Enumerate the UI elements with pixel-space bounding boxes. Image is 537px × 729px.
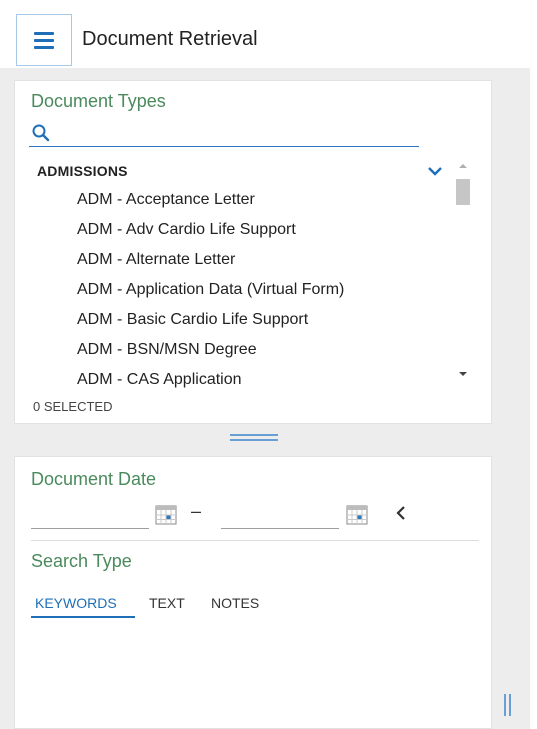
document-date-panel: Document Date – Search Type KEYWORDS TEX… [14,456,492,729]
tab-text[interactable]: TEXT [149,595,185,611]
document-type-search [29,121,419,147]
date-from-field[interactable] [31,503,149,529]
search-type-heading: Search Type [31,551,132,571]
list-item[interactable]: ADM - Acceptance Letter [77,191,255,209]
tab-notes[interactable]: NOTES [211,595,259,611]
scroll-up-arrow-icon[interactable] [458,161,468,171]
page-title: Document Retrieval [82,28,258,50]
list-item[interactable]: ADM - Application Data (Virtual Form) [77,281,344,299]
date-to-field[interactable] [221,503,339,529]
document-date-heading: Document Date [31,469,157,489]
tab-keywords[interactable]: KEYWORDS [35,595,117,611]
search-icon [32,124,50,142]
document-types-heading: Document Types [31,91,166,111]
active-tab-indicator [31,616,135,618]
document-types-panel: Document Types ADMISSIONS ADM - Acceptan… [14,80,492,424]
search-input[interactable] [55,123,415,145]
scroll-down-arrow-icon[interactable] [458,369,468,379]
chevron-down-icon[interactable] [427,163,443,179]
menu-button[interactable] [16,14,72,66]
hamburger-menu-icon [34,31,54,35]
list-item[interactable]: ADM - Adv Cardio Life Support [77,221,296,239]
list-scrollbar[interactable] [453,155,473,385]
document-type-list: ADMISSIONS ADM - Acceptance Letter ADM -… [35,155,475,389]
group-header-admissions[interactable]: ADMISSIONS [37,163,128,179]
list-item[interactable]: ADM - BSN/MSN Degree [77,341,257,359]
date-range-separator: – [191,501,202,521]
calendar-icon[interactable] [346,505,368,525]
list-item[interactable]: ADM - Basic Cardio Life Support [77,311,308,329]
scroll-thumb[interactable] [456,179,470,205]
section-divider [31,540,479,541]
selected-count: 0 SELECTED [33,399,113,414]
panel-splitter[interactable] [230,434,278,442]
app-window: Document Retrieval Document Types ADMISS… [0,0,537,729]
list-item[interactable]: ADM - Alternate Letter [77,251,235,269]
app-header: Document Retrieval [0,0,537,68]
calendar-icon[interactable] [155,505,177,525]
list-item[interactable]: ADM - CAS Application [77,371,242,389]
chevron-left-icon[interactable] [391,503,411,523]
resize-handle[interactable] [504,694,512,716]
